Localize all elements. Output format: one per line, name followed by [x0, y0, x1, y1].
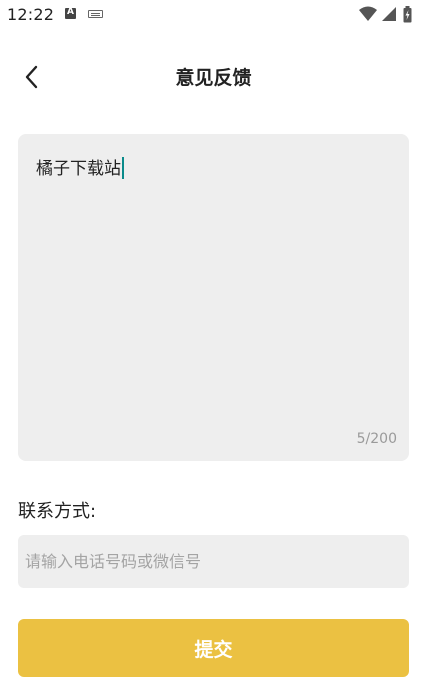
a-notification-icon: A — [65, 7, 76, 19]
battery-icon — [403, 6, 412, 23]
text-cursor — [122, 157, 124, 179]
feedback-textarea[interactable]: 橘子下载站 5/200 — [18, 134, 409, 461]
contact-input[interactable] — [18, 535, 409, 588]
feedback-page: 12:22 A 意见反馈 橘子下载站 5/200 联系方式: 请输入电话号码或微… — [0, 0, 427, 693]
character-counter: 5/200 — [356, 431, 397, 447]
status-icons — [359, 6, 419, 24]
a-notification-letter: A — [67, 7, 74, 17]
status-time: 12:22 — [7, 5, 55, 24]
header: 意见反馈 — [0, 55, 427, 99]
wifi-icon — [359, 6, 377, 21]
status-bar: 12:22 A — [0, 0, 427, 30]
contact-label: 联系方式: — [18, 501, 97, 522]
feedback-text[interactable]: 橘子下载站 — [36, 154, 124, 179]
keyboard-icon — [88, 10, 103, 18]
signal-icon — [382, 7, 396, 21]
page-title: 意见反馈 — [175, 67, 252, 89]
submit-button[interactable]: 提交 — [18, 619, 409, 677]
feedback-value: 橘子下载站 — [36, 159, 121, 179]
